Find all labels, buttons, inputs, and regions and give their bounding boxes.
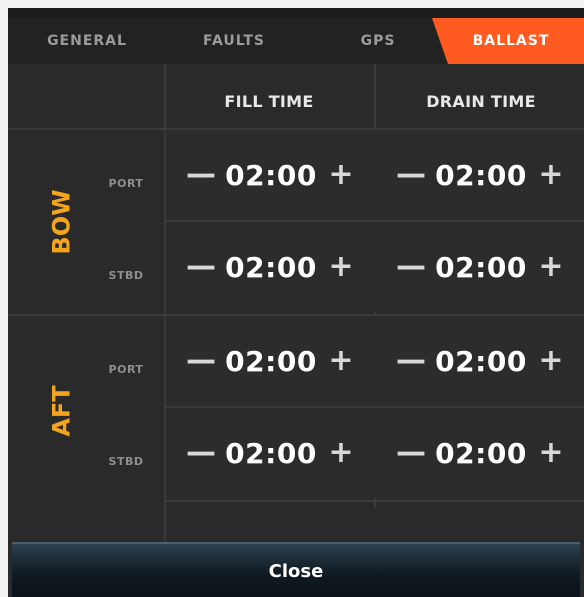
- increment-button[interactable]: +: [533, 346, 569, 376]
- tab-faults[interactable]: FAULTS: [148, 18, 310, 64]
- aft-stbd-fill-value: 02:00: [225, 436, 317, 470]
- close-button[interactable]: Close: [12, 542, 580, 597]
- increment-button[interactable]: +: [323, 346, 359, 376]
- bow-stbd-drain-value: 02:00: [435, 250, 527, 284]
- increment-button[interactable]: +: [533, 438, 569, 468]
- increment-button[interactable]: +: [533, 160, 569, 190]
- increment-button[interactable]: +: [323, 438, 359, 468]
- decrement-button[interactable]: —: [183, 346, 219, 376]
- tab-bar: GENERAL FAULTS GPS BALLAST: [8, 8, 584, 64]
- bow-stbd-fill-value: 02:00: [225, 250, 317, 284]
- aft-port-fill-stepper: — 02:00 +: [166, 316, 376, 406]
- ballast-settings-panel: GENERAL FAULTS GPS BALLAST FILL TIME DRA…: [8, 8, 584, 597]
- aft-port-fill-value: 02:00: [225, 344, 317, 378]
- decrement-button[interactable]: —: [393, 160, 429, 190]
- aft-port-label: PORT: [108, 362, 144, 376]
- grid-divider: [164, 500, 584, 502]
- increment-button[interactable]: +: [323, 252, 359, 282]
- bow-stbd-drain-stepper: — 02:00 +: [376, 222, 584, 312]
- tab-ballast[interactable]: BALLAST: [432, 18, 584, 64]
- bow-port-fill-value: 02:00: [225, 158, 317, 192]
- decrement-button[interactable]: —: [393, 346, 429, 376]
- aft-port-drain-value: 02:00: [435, 344, 527, 378]
- bow-stbd-label: STBD: [108, 268, 144, 282]
- decrement-button[interactable]: —: [393, 252, 429, 282]
- decrement-button[interactable]: —: [183, 438, 219, 468]
- bow-port-drain-value: 02:00: [435, 158, 527, 192]
- bow-stbd-fill-stepper: — 02:00 +: [166, 222, 376, 312]
- decrement-button[interactable]: —: [183, 160, 219, 190]
- bow-port-drain-stepper: — 02:00 +: [376, 130, 584, 220]
- aft-stbd-drain-stepper: — 02:00 +: [376, 408, 584, 498]
- aft-stbd-drain-value: 02:00: [435, 436, 527, 470]
- decrement-button[interactable]: —: [183, 252, 219, 282]
- drain-time-header: DRAIN TIME: [426, 91, 536, 111]
- increment-button[interactable]: +: [323, 160, 359, 190]
- tab-gps[interactable]: GPS: [292, 18, 454, 64]
- increment-button[interactable]: +: [533, 252, 569, 282]
- bow-port-label: PORT: [108, 176, 144, 190]
- bow-port-fill-stepper: — 02:00 +: [166, 130, 376, 220]
- fill-time-header: FILL TIME: [224, 91, 314, 111]
- aft-port-drain-stepper: — 02:00 +: [376, 316, 584, 406]
- aft-stbd-fill-stepper: — 02:00 +: [166, 408, 376, 498]
- aft-stbd-label: STBD: [108, 454, 144, 468]
- tab-general[interactable]: GENERAL: [8, 18, 166, 64]
- decrement-button[interactable]: —: [393, 438, 429, 468]
